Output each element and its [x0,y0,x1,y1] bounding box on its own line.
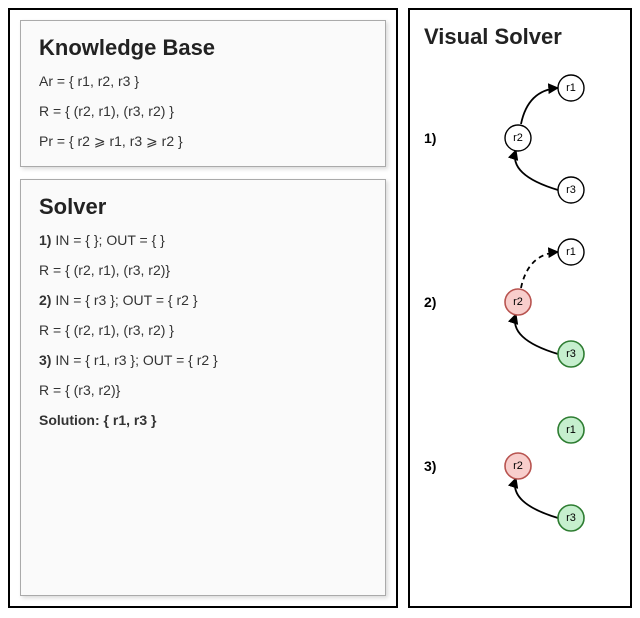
solver-step3: 3) IN = { r1, r3 }; OUT = { r2 } [39,352,367,368]
kb-title: Knowledge Base [39,35,367,61]
solver-step3-text: IN = { r1, r3 }; OUT = { r2 } [51,352,217,368]
node-r3-label: r3 [566,348,576,360]
knowledge-base-panel: Knowledge Base Ar = { r1, r2, r3 } R = {… [20,20,386,167]
solver-step1-text: IN = { }; OUT = { } [51,232,164,248]
solver-solution: Solution: { r1, r3 } [39,412,367,428]
kb-ar-line: Ar = { r1, r2, r3 } [39,73,367,89]
graph-1-svg: r1 r2 r3 [418,60,618,220]
solver-panel: Solver 1) IN = { }; OUT = { } R = { (r2,… [20,179,386,596]
node-r2-label: r2 [513,296,523,308]
visual-title: Visual Solver [424,24,622,50]
kb-r-line: R = { (r2, r1), (r3, r2) } [39,103,367,119]
kb-pr-line: Pr = { r2 ⩾ r1, r3 ⩾ r2 } [39,133,367,150]
solver-step2: 2) IN = { r3 }; OUT = { r2 } [39,292,367,308]
solver-step3-label: 3) [39,352,51,368]
solver-r2: R = { (r2, r1), (r3, r2) } [39,322,367,338]
visual-step-2: 2) r1 r2 r3 [418,224,622,384]
node-r2-label: r2 [513,132,523,144]
node-r1-label: r1 [566,246,576,258]
edge-r2-r1-dashed [521,252,558,288]
solver-title: Solver [39,194,367,220]
solver-r1: R = { (r2, r1), (r3, r2)} [39,262,367,278]
visual-step-1: 1) r1 r2 r3 [418,60,622,220]
solver-r3: R = { (r3, r2)} [39,382,367,398]
graph-2-svg: r1 r2 r3 [418,224,618,384]
solver-step1: 1) IN = { }; OUT = { } [39,232,367,248]
left-column: Knowledge Base Ar = { r1, r2, r3 } R = {… [8,8,398,608]
figure-wrap: Knowledge Base Ar = { r1, r2, r3 } R = {… [8,8,632,608]
node-r1-label: r1 [566,424,576,436]
edge-r3-r2 [515,314,558,354]
edge-r2-r1 [521,88,558,124]
edge-r3-r2 [515,478,558,518]
node-r3-label: r3 [566,184,576,196]
node-r1-label: r1 [566,82,576,94]
visual-step-3: 3) r1 r2 r3 [418,388,622,548]
node-r3-label: r3 [566,512,576,524]
solver-step2-text: IN = { r3 }; OUT = { r2 } [51,292,197,308]
node-r2-label: r2 [513,460,523,472]
solver-step2-label: 2) [39,292,51,308]
graph-3-svg: r1 r2 r3 [418,388,618,548]
edge-r3-r2 [515,150,558,190]
visual-solver-column: Visual Solver 1) r1 r2 r3 [408,8,632,608]
solver-step1-label: 1) [39,232,51,248]
